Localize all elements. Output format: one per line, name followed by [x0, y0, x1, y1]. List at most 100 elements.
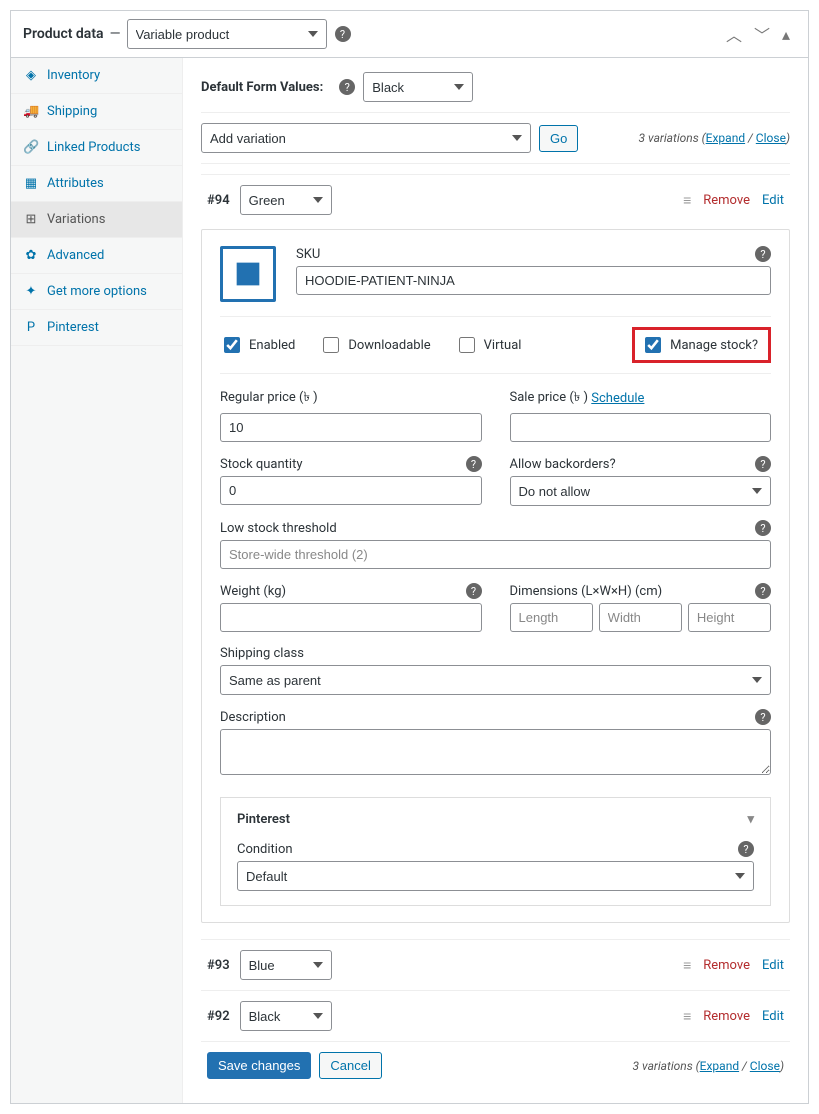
weight-label: Weight (kg)	[220, 584, 286, 599]
close-link[interactable]: Close	[750, 1059, 780, 1073]
sale-price-label: Sale price (৳ )	[510, 388, 589, 409]
condition-label: Condition	[237, 842, 293, 857]
tab-inventory[interactable]: ◈Inventory	[11, 58, 182, 94]
help-icon[interactable]: ?	[738, 841, 754, 857]
description-label: Description	[220, 710, 286, 725]
close-link[interactable]: Close	[756, 131, 786, 145]
variation-id: #92	[207, 1009, 230, 1024]
virtual-checkbox[interactable]: Virtual	[455, 327, 522, 363]
low-stock-input[interactable]	[220, 540, 771, 569]
sale-price-input[interactable]	[510, 413, 772, 442]
collapse-icon[interactable]: ▴	[776, 25, 796, 44]
variation-row[interactable]: #93 Blue ≡ Remove Edit	[201, 939, 790, 990]
variation-attr-select[interactable]: Black	[240, 1001, 332, 1031]
attributes-icon: ▦	[23, 176, 39, 191]
length-input[interactable]	[510, 603, 593, 632]
width-input[interactable]	[599, 603, 682, 632]
tab-shipping[interactable]: 🚚Shipping	[11, 94, 182, 130]
tab-pinterest[interactable]: PPinterest	[11, 310, 182, 346]
drag-handle-icon[interactable]: ≡	[683, 957, 691, 974]
variations-content: Default Form Values: ? Black Add variati…	[183, 58, 808, 1103]
help-icon[interactable]: ?	[755, 709, 771, 725]
description-textarea[interactable]	[220, 729, 771, 775]
condition-select[interactable]: Default	[237, 861, 754, 891]
help-icon[interactable]: ?	[466, 583, 482, 599]
expand-link[interactable]: Expand	[706, 131, 745, 145]
backorders-label: Allow backorders?	[510, 457, 616, 472]
caret-down-icon: ▾	[747, 812, 754, 827]
variation-attr-select[interactable]: Blue	[240, 950, 332, 980]
default-form-value-select[interactable]: Black	[363, 72, 473, 102]
help-icon[interactable]: ?	[755, 520, 771, 536]
dimensions-label: Dimensions (L×W×H) (cm)	[510, 584, 663, 599]
chevron-down-icon[interactable]: ﹀	[748, 22, 776, 46]
tabs-sidebar: ◈Inventory 🚚Shipping 🔗Linked Products ▦A…	[11, 58, 183, 1103]
gear-icon: ✿	[23, 248, 39, 263]
help-icon[interactable]: ?	[466, 456, 482, 472]
product-data-panel: Product data — Variable product ? ︿ ﹀ ▴ …	[10, 10, 809, 1104]
tab-linked-products[interactable]: 🔗Linked Products	[11, 130, 182, 166]
sku-label: SKU	[296, 247, 320, 262]
variation-row[interactable]: #94 Green ≡ Remove Edit	[201, 174, 790, 225]
default-form-values-label: Default Form Values:	[201, 80, 323, 95]
downloadable-checkbox[interactable]: Downloadable	[319, 327, 430, 363]
remove-link[interactable]: Remove	[703, 1009, 750, 1024]
variations-icon: ⊞	[23, 212, 39, 227]
backorders-select[interactable]: Do not allow	[510, 476, 772, 506]
star-icon: ✦	[23, 284, 39, 299]
image-icon	[231, 257, 265, 291]
add-variation-select[interactable]: Add variation	[201, 123, 531, 153]
pinterest-toggle[interactable]: Pinterest▾	[237, 812, 754, 827]
shipping-class-select[interactable]: Same as parent	[220, 665, 771, 695]
tab-advanced[interactable]: ✿Advanced	[11, 238, 182, 274]
variation-id: #93	[207, 958, 230, 973]
variation-image-picker[interactable]	[220, 246, 276, 302]
variation-id: #94	[207, 193, 230, 208]
chevron-up-icon[interactable]: ︿	[720, 22, 748, 46]
variations-summary: 3 variations (Expand / Close)	[633, 1059, 784, 1073]
inventory-icon: ◈	[23, 68, 39, 83]
drag-handle-icon[interactable]: ≡	[683, 1008, 691, 1025]
height-input[interactable]	[688, 603, 771, 632]
help-icon[interactable]: ?	[335, 26, 351, 42]
tab-get-more[interactable]: ✦Get more options	[11, 274, 182, 310]
pinterest-icon: P	[23, 320, 39, 335]
tab-variations[interactable]: ⊞Variations	[11, 202, 182, 238]
variation-details: SKU? Enabled Downloadable Virtual Manage…	[201, 229, 790, 923]
panel-title: Product data	[23, 26, 104, 42]
go-button[interactable]: Go	[539, 125, 578, 152]
edit-link[interactable]: Edit	[762, 958, 784, 973]
edit-link[interactable]: Edit	[762, 1009, 784, 1024]
product-type-select[interactable]: Variable product	[127, 19, 327, 49]
remove-link[interactable]: Remove	[703, 193, 750, 208]
variations-summary: 3 variations (Expand / Close)	[639, 131, 790, 145]
drag-handle-icon[interactable]: ≡	[683, 192, 691, 209]
link-icon: 🔗	[23, 140, 39, 155]
edit-link[interactable]: Edit	[762, 193, 784, 208]
shipping-icon: 🚚	[23, 104, 39, 119]
save-button[interactable]: Save changes	[207, 1052, 311, 1079]
stock-qty-input[interactable]	[220, 476, 482, 505]
help-icon[interactable]: ?	[755, 583, 771, 599]
low-stock-label: Low stock threshold	[220, 521, 337, 536]
regular-price-input[interactable]	[220, 413, 482, 442]
help-icon[interactable]: ?	[339, 79, 355, 95]
remove-link[interactable]: Remove	[703, 958, 750, 973]
dash: —	[110, 26, 121, 42]
cancel-button[interactable]: Cancel	[319, 1052, 381, 1079]
help-icon[interactable]: ?	[755, 246, 771, 262]
schedule-link[interactable]: Schedule	[591, 391, 644, 406]
variation-row[interactable]: #92 Black ≡ Remove Edit	[201, 990, 790, 1041]
tab-attributes[interactable]: ▦Attributes	[11, 166, 182, 202]
manage-stock-checkbox[interactable]: Manage stock?	[632, 327, 771, 363]
expand-link[interactable]: Expand	[700, 1059, 739, 1073]
help-icon[interactable]: ?	[755, 456, 771, 472]
panel-header: Product data — Variable product ? ︿ ﹀ ▴	[11, 11, 808, 58]
enabled-checkbox[interactable]: Enabled	[220, 327, 295, 363]
regular-price-label: Regular price (৳ )	[220, 388, 318, 409]
pinterest-section: Pinterest▾ Condition? Default	[220, 797, 771, 906]
sku-input[interactable]	[296, 266, 771, 295]
variation-attr-select[interactable]: Green	[240, 185, 332, 215]
weight-input[interactable]	[220, 603, 482, 632]
stock-qty-label: Stock quantity	[220, 457, 303, 472]
